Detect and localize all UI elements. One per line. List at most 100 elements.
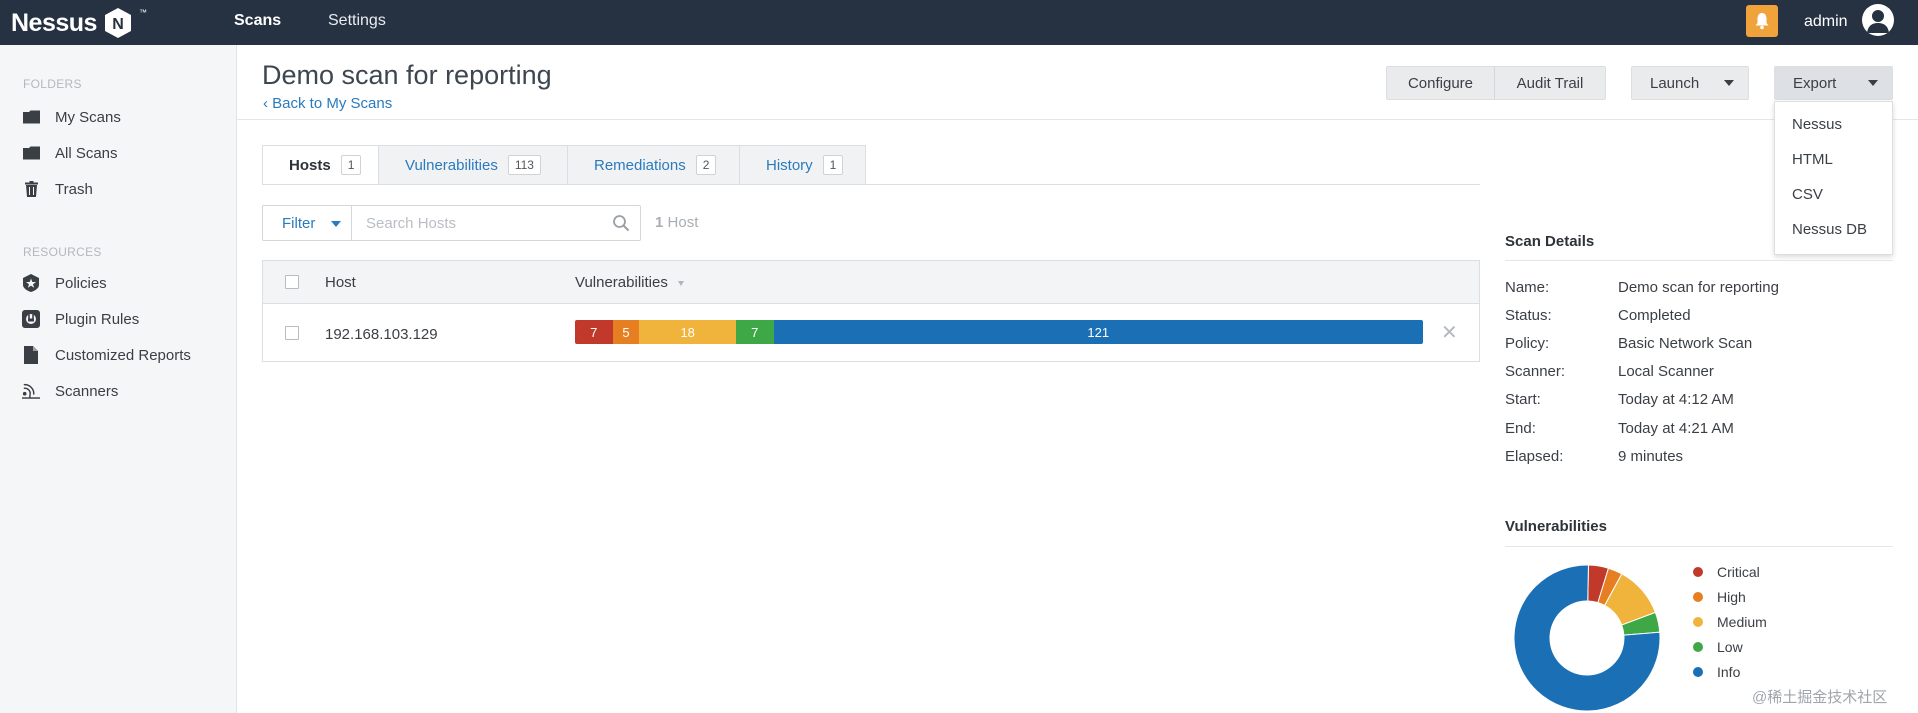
- tab-history[interactable]: History 1: [740, 145, 866, 185]
- legend-label: Info: [1717, 664, 1741, 680]
- nav-settings[interactable]: Settings: [328, 12, 386, 30]
- delete-host-icon[interactable]: ✕: [1441, 320, 1458, 345]
- nav-scans[interactable]: Scans: [234, 12, 281, 30]
- sidebar-item-label: All Scans: [55, 144, 118, 162]
- folder-icon: [22, 108, 40, 126]
- detail-label: Policy:: [1505, 335, 1550, 352]
- search-icon[interactable]: [612, 214, 630, 232]
- resources-heading: RESOURCES: [23, 245, 102, 259]
- detail-value: Today at 4:21 AM: [1618, 420, 1734, 437]
- detail-label: Start:: [1505, 391, 1541, 408]
- export-menu-item-csv[interactable]: CSV: [1792, 186, 1823, 203]
- user-avatar[interactable]: [1862, 4, 1894, 36]
- legend-label: Low: [1717, 639, 1743, 655]
- host-count-number: 1: [655, 214, 664, 231]
- severity-segment-low[interactable]: 7: [735, 320, 774, 344]
- search-hosts-box: [352, 205, 641, 241]
- export-menu-item-nessus-db[interactable]: Nessus DB: [1792, 221, 1867, 238]
- sidebar-item-label: My Scans: [55, 108, 121, 126]
- severity-segment-medium[interactable]: 18: [639, 320, 736, 344]
- user-icon: [1867, 10, 1889, 33]
- severity-segment-info[interactable]: 121: [773, 320, 1423, 344]
- legend-medium[interactable]: Medium: [1693, 613, 1767, 631]
- column-host[interactable]: Host: [325, 274, 356, 291]
- column-vulnerabilities[interactable]: Vulnerabilities: [575, 274, 684, 291]
- audit-trail-label: Audit Trail: [1516, 74, 1584, 92]
- legend-dot: [1693, 667, 1703, 677]
- search-hosts-input[interactable]: [352, 206, 592, 240]
- chevron-down-icon: [331, 221, 341, 227]
- configure-button[interactable]: Configure: [1386, 66, 1494, 100]
- row-checkbox[interactable]: [285, 326, 299, 340]
- legend-critical[interactable]: Critical: [1693, 563, 1760, 581]
- tab-remediations[interactable]: Remediations 2: [568, 145, 740, 185]
- tab-count-badge: 1: [340, 155, 362, 175]
- host-ip[interactable]: 192.168.103.129: [325, 326, 438, 343]
- legend-info[interactable]: Info: [1693, 663, 1740, 681]
- logo-text: Nessus: [11, 8, 97, 37]
- select-all-checkbox[interactable]: [285, 275, 299, 289]
- header-divider: [237, 119, 1918, 120]
- nessus-logo[interactable]: Nessus N ™: [11, 6, 147, 40]
- tab-label: Hosts: [289, 156, 331, 174]
- filter-button[interactable]: Filter: [262, 205, 352, 241]
- sidebar-item-customized-reports[interactable]: Customized Reports: [22, 343, 191, 367]
- tab-count-badge: 113: [507, 155, 541, 175]
- back-to-my-scans-link[interactable]: ‹ Back to My Scans: [263, 95, 392, 112]
- legend-dot: [1693, 642, 1703, 652]
- chevron-down-icon: [1724, 80, 1734, 86]
- detail-value: Today at 4:12 AM: [1618, 391, 1734, 408]
- plugin-icon: [22, 310, 40, 328]
- column-vulnerabilities-label: Vulnerabilities: [575, 274, 668, 291]
- detail-label: End:: [1505, 420, 1536, 437]
- legend-low[interactable]: Low: [1693, 638, 1743, 656]
- detail-label: Scanner:: [1505, 363, 1566, 380]
- export-menu-item-html[interactable]: HTML: [1792, 151, 1833, 168]
- audit-trail-button[interactable]: Audit Trail: [1494, 66, 1606, 100]
- table-header: Host Vulnerabilities: [263, 261, 1479, 304]
- export-menu-item-nessus[interactable]: Nessus: [1792, 116, 1842, 133]
- trash-icon: [22, 180, 40, 198]
- severity-segment-critical[interactable]: 7: [575, 320, 613, 344]
- tab-label: History: [766, 156, 813, 174]
- sidebar-item-my-scans[interactable]: My Scans: [22, 105, 121, 129]
- vulnerability-bar[interactable]: 7 5 18 7 121: [575, 320, 1423, 344]
- user-name[interactable]: admin: [1804, 13, 1848, 31]
- launch-button[interactable]: Launch: [1631, 66, 1749, 100]
- tab-label: Vulnerabilities: [405, 156, 498, 174]
- vulnerabilities-panel-title: Vulnerabilities: [1505, 518, 1607, 535]
- sidebar-item-all-scans[interactable]: All Scans: [22, 141, 118, 165]
- scanner-icon: [22, 382, 40, 400]
- severity-segment-high[interactable]: 5: [612, 320, 640, 344]
- folder-icon: [22, 144, 40, 162]
- legend-label: Medium: [1717, 614, 1767, 630]
- tab-hosts[interactable]: Hosts 1: [262, 145, 379, 185]
- trademark: ™: [139, 8, 147, 17]
- sidebar-item-scanners[interactable]: Scanners: [22, 379, 118, 403]
- legend-label: Critical: [1717, 564, 1760, 580]
- sidebar-item-plugin-rules[interactable]: Plugin Rules: [22, 307, 139, 331]
- tab-vulnerabilities[interactable]: Vulnerabilities 113: [379, 145, 568, 185]
- folders-heading: FOLDERS: [23, 77, 82, 91]
- notifications-button[interactable]: [1746, 5, 1778, 37]
- sort-icon: [677, 280, 684, 286]
- sidebar-item-trash[interactable]: Trash: [22, 177, 93, 201]
- chevron-down-icon: [1868, 80, 1878, 86]
- legend-label: High: [1717, 589, 1746, 605]
- detail-value: Local Scanner: [1618, 363, 1714, 380]
- nessus-logo-icon: N: [104, 8, 131, 38]
- legend-high[interactable]: High: [1693, 588, 1746, 606]
- launch-label: Launch: [1650, 74, 1700, 92]
- scan-details-divider: [1505, 260, 1893, 261]
- legend-dot: [1693, 567, 1703, 577]
- detail-label: Status:: [1505, 307, 1552, 324]
- sidebar-item-label: Trash: [55, 180, 93, 198]
- scan-tabs: Hosts 1 Vulnerabilities 113 Remediations…: [262, 145, 866, 185]
- detail-value: 9 minutes: [1618, 448, 1684, 465]
- tabs-divider: [262, 184, 1480, 185]
- vulnerabilities-donut-chart[interactable]: [1512, 560, 1662, 713]
- sidebar-item-policies[interactable]: Policies: [22, 271, 107, 295]
- page-title: Demo scan for reporting: [262, 60, 552, 90]
- export-button[interactable]: Export: [1774, 66, 1893, 100]
- sidebar: FOLDERS My Scans All Scans Trash RESOURC…: [0, 45, 237, 713]
